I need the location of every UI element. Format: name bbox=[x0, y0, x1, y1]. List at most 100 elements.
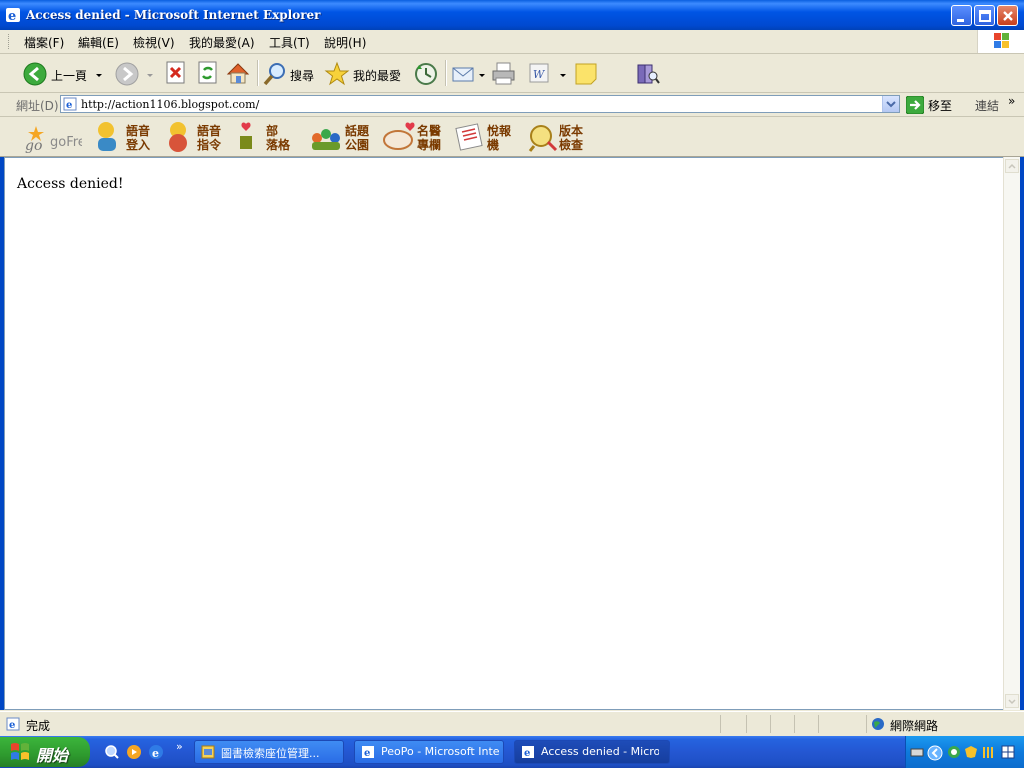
page-content[interactable]: Access denied! bbox=[4, 157, 1003, 710]
taskbar-item-active[interactable]: e Access denied - Micros... bbox=[514, 740, 670, 764]
vertical-scrollbar[interactable] bbox=[1003, 157, 1020, 710]
address-field[interactable]: e bbox=[60, 95, 900, 113]
minimize-button[interactable] bbox=[951, 5, 972, 26]
printer-icon bbox=[492, 62, 515, 85]
window-app-icon bbox=[201, 745, 215, 759]
forward-button[interactable] bbox=[114, 58, 156, 88]
status-text: 完成 bbox=[26, 719, 51, 733]
favorites-label: 我的最愛 bbox=[353, 69, 402, 83]
status-pane bbox=[746, 715, 771, 733]
security-shield-icon[interactable] bbox=[964, 745, 978, 759]
discuss-button[interactable] bbox=[572, 58, 600, 88]
plugin-doctor-column[interactable]: 名醫 專欄 bbox=[382, 120, 444, 153]
menu-favorites[interactable]: 我的最愛(A) bbox=[189, 34, 255, 51]
home-icon bbox=[226, 63, 250, 84]
home-button[interactable] bbox=[224, 58, 252, 88]
scroll-down-button[interactable] bbox=[1005, 694, 1019, 708]
menu-file[interactable]: 檔案(F) bbox=[24, 34, 64, 51]
svg-text:W: W bbox=[533, 68, 546, 81]
volume-bars-icon[interactable] bbox=[982, 745, 996, 759]
search-label: 搜尋 bbox=[290, 69, 315, 83]
status-pane bbox=[794, 715, 819, 733]
research-book-icon bbox=[637, 64, 660, 84]
svg-text:e: e bbox=[9, 720, 15, 731]
plugin-news-machine[interactable]: 悅報機 bbox=[455, 120, 517, 153]
windows-logo-icon bbox=[977, 30, 1024, 53]
menu-edit[interactable]: 編輯(E) bbox=[78, 34, 119, 51]
maximize-button[interactable] bbox=[974, 5, 995, 26]
menu-tools[interactable]: 工具(T) bbox=[269, 34, 310, 51]
plugin-topic-park[interactable]: 話題 公園 bbox=[309, 120, 371, 153]
status-pane bbox=[818, 715, 867, 733]
stop-button[interactable] bbox=[162, 58, 188, 88]
scroll-up-button[interactable] bbox=[1005, 159, 1019, 173]
back-button[interactable]: 上一頁 bbox=[20, 58, 110, 88]
voice-command-icon bbox=[169, 122, 187, 152]
plugin-blog[interactable]: 部落格 bbox=[236, 120, 298, 153]
refresh-button[interactable] bbox=[194, 58, 220, 88]
keyboard-icon[interactable] bbox=[910, 745, 924, 759]
taskbar-item[interactable]: 圖書檢索座位管理... bbox=[194, 740, 344, 764]
svg-text:e: e bbox=[66, 100, 72, 111]
start-button[interactable]: 開始 bbox=[0, 737, 90, 767]
network-icon[interactable] bbox=[947, 745, 961, 759]
plugin-label: 語音 登入 bbox=[126, 124, 151, 152]
forward-dropdown-icon[interactable] bbox=[147, 74, 153, 77]
quicklaunch-search-icon[interactable] bbox=[104, 744, 120, 760]
back-dropdown-icon[interactable] bbox=[96, 74, 102, 77]
research-button[interactable] bbox=[634, 58, 664, 88]
plugin-voice-login[interactable]: 語音 登入 bbox=[94, 120, 156, 153]
svg-text:go: go bbox=[25, 138, 42, 153]
standard-toolbar: 上一頁 搜尋 我的最愛 W bbox=[0, 54, 1024, 93]
close-icon bbox=[1003, 11, 1013, 21]
menu-bar: 檔案(F) 編輯(E) 檢視(V) 我的最愛(A) 工具(T) 說明(H) bbox=[0, 30, 1024, 54]
address-dropdown-button[interactable] bbox=[882, 96, 899, 112]
taskbar-item[interactable]: e PeoPo - Microsoft Inte... bbox=[354, 740, 504, 764]
doctor-column-icon bbox=[383, 122, 415, 150]
maximize-icon bbox=[979, 10, 991, 22]
plugin-voice-command[interactable]: 語音 指令 bbox=[165, 120, 227, 153]
close-button[interactable] bbox=[997, 5, 1018, 26]
back-label: 上一頁 bbox=[51, 69, 88, 83]
system-tray bbox=[905, 736, 1024, 768]
edit-dropdown-icon[interactable] bbox=[560, 74, 566, 77]
history-button[interactable] bbox=[412, 58, 440, 88]
links-label[interactable]: 連結 bbox=[975, 97, 999, 114]
note-icon bbox=[575, 63, 597, 85]
address-input[interactable] bbox=[81, 97, 871, 111]
edit-button[interactable]: W bbox=[527, 58, 567, 88]
menu-view[interactable]: 檢視(V) bbox=[133, 34, 175, 51]
go-button[interactable]: 移至 bbox=[905, 95, 952, 115]
links-chevron-icon[interactable]: » bbox=[1008, 94, 1015, 108]
quicklaunch-media-player-icon[interactable] bbox=[126, 744, 142, 760]
refresh-icon bbox=[198, 61, 217, 84]
version-check-icon bbox=[528, 125, 558, 152]
mail-dropdown-icon[interactable] bbox=[479, 74, 485, 77]
chevron-up-icon bbox=[1008, 163, 1016, 169]
topic-park-icon bbox=[312, 129, 340, 150]
quicklaunch-ie-icon[interactable]: e bbox=[148, 744, 164, 760]
security-zone: 網際網路 bbox=[890, 719, 939, 733]
stop-icon bbox=[166, 61, 185, 84]
print-button[interactable] bbox=[490, 58, 518, 88]
tray-collapse-icon[interactable] bbox=[927, 745, 943, 761]
forward-arrow-icon bbox=[115, 62, 139, 86]
toolbar-grip[interactable] bbox=[8, 34, 12, 49]
quicklaunch-chevron-icon[interactable]: » bbox=[176, 740, 183, 753]
gofree-logo-icon: go goFree bbox=[25, 126, 94, 154]
status-pane bbox=[720, 715, 747, 733]
plugin-version-check[interactable]: 版本 檢查 bbox=[526, 120, 588, 153]
favorites-button[interactable]: 我的最愛 bbox=[324, 58, 404, 88]
menu-help[interactable]: 說明(H) bbox=[324, 34, 366, 51]
search-button[interactable]: 搜尋 bbox=[262, 58, 320, 88]
plugin-label: 悅報機 bbox=[487, 124, 512, 152]
mail-button[interactable] bbox=[451, 58, 487, 88]
page-ie-icon: e bbox=[63, 97, 77, 111]
minimize-icon bbox=[957, 19, 964, 22]
chevron-down-icon bbox=[1008, 699, 1016, 705]
window-frame-right bbox=[1020, 157, 1024, 710]
display-grid-icon[interactable] bbox=[1001, 745, 1015, 759]
title-bar[interactable]: e Access denied - Microsoft Internet Exp… bbox=[0, 0, 1024, 30]
news-machine-icon bbox=[455, 123, 483, 151]
gofree-logo[interactable]: go goFree bbox=[22, 120, 94, 154]
